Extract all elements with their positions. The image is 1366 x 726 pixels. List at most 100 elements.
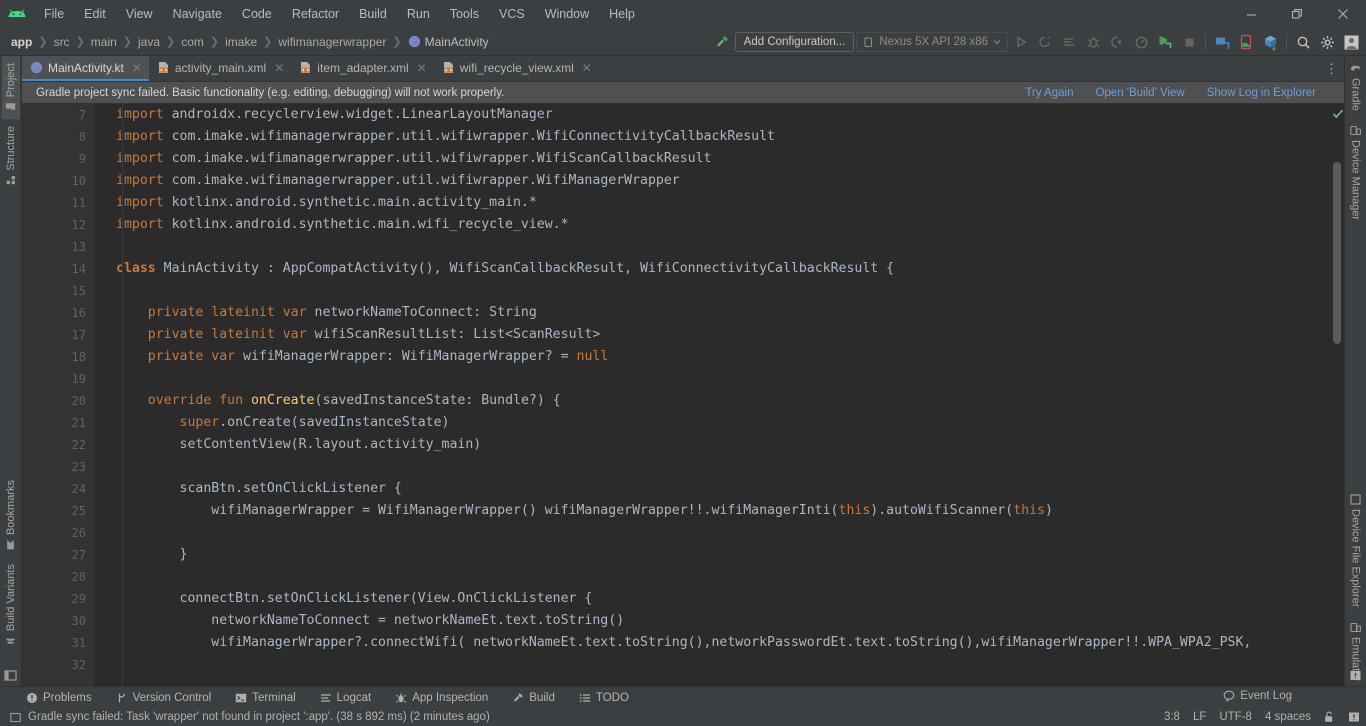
open-build-view-link[interactable]: Open 'Build' View [1095, 87, 1184, 99]
try-again-link[interactable]: Try Again [1025, 87, 1073, 99]
line-number: 22 [71, 438, 86, 452]
menu-item-help[interactable]: Help [599, 3, 645, 25]
bottom-tab-build[interactable]: Build [508, 690, 559, 706]
sidebar-label: Bookmarks [4, 479, 17, 535]
menu-item-tools[interactable]: Tools [440, 3, 489, 25]
menu-item-view[interactable]: View [116, 3, 163, 25]
settings-gear-icon[interactable] [1316, 31, 1338, 53]
restore-button[interactable] [1274, 0, 1320, 28]
sdk-manager-icon[interactable] [1235, 31, 1257, 53]
apply-changes-icon[interactable] [1058, 31, 1080, 53]
sidebar-item-gradle[interactable]: Gradle [1347, 56, 1365, 118]
breadcrumb-item-mainactivity[interactable]: MainActivity [405, 33, 492, 51]
sidebar-label: Gradle [1349, 78, 1362, 112]
gradle-sync-icon[interactable] [1259, 31, 1281, 53]
tab-overflow-menu-icon[interactable]: ⋮ [1325, 56, 1338, 82]
menu-item-vcs[interactable]: VCS [489, 3, 535, 25]
add-configuration-button[interactable]: Add Configuration... [734, 32, 855, 52]
menu-item-file[interactable]: File [34, 3, 74, 25]
sidebar-item-bookmarks[interactable]: Bookmarks [2, 473, 20, 557]
code-token: import [116, 151, 172, 166]
breadcrumb-item-imake[interactable]: imake [222, 33, 260, 51]
menu-item-navigate[interactable]: Navigate [163, 3, 232, 25]
caret-position[interactable]: 3:8 [1164, 711, 1180, 723]
menu-item-edit[interactable]: Edit [74, 3, 116, 25]
unlocked-padlock-icon[interactable] [1324, 711, 1335, 723]
kotlin-file-icon [30, 61, 43, 74]
tab-close-icon[interactable]: ✕ [582, 61, 592, 75]
build-hammer-icon[interactable] [711, 31, 733, 53]
debug-icon[interactable] [1082, 31, 1104, 53]
bottom-tab-app-inspection[interactable]: App Inspection [391, 690, 492, 706]
code-line: connectBtn.setOnClickListener(View.OnCli… [116, 588, 1330, 610]
rerun-icon[interactable] [1034, 31, 1056, 53]
indent-setting[interactable]: 4 spaces [1265, 711, 1311, 723]
breadcrumb-item-app[interactable]: app [8, 33, 35, 51]
attach-debugger-icon[interactable] [1106, 31, 1128, 53]
breadcrumb-separator-icon: ❯ [166, 36, 176, 48]
code-editor[interactable]: 7 8 9 10 11 12 13 14 15 16 17 18 19 20 21 22 23 24 25 26 27 2… [22, 104, 1344, 686]
stop-icon[interactable] [1178, 31, 1200, 53]
sidebar-item-device-manager[interactable]: Device Manager [1347, 118, 1365, 227]
breadcrumb-item-main[interactable]: main [88, 33, 120, 51]
code-text-area[interactable]: import androidx.recyclerview.widget.Line… [94, 104, 1330, 686]
event-log-button[interactable]: Event Log [1223, 690, 1292, 702]
tab-mainactivity-kt[interactable]: MainActivity.kt ✕ [22, 56, 149, 81]
run-icon[interactable] [1010, 31, 1032, 53]
tab-item-adapter-xml[interactable]: item_adapter.xml ✕ [291, 56, 433, 81]
close-button[interactable] [1320, 0, 1366, 28]
minimize-button[interactable] [1228, 0, 1274, 28]
apply-code-changes-icon[interactable] [1154, 31, 1176, 53]
editor-gutter[interactable]: 7 8 9 10 11 12 13 14 15 16 17 18 19 20 21 22 23 24 25 26 27 2… [22, 104, 110, 686]
search-icon[interactable] [1292, 31, 1314, 53]
sidebar-item-structure[interactable]: Structure [2, 119, 20, 193]
line-number: 17 [71, 328, 86, 342]
line-number: 14 [22, 258, 110, 280]
tab-activity-main-xml[interactable]: activity_main.xml ✕ [149, 56, 291, 81]
editor-scrollbar[interactable] [1330, 104, 1344, 686]
file-encoding[interactable]: UTF-8 [1219, 711, 1252, 723]
tab-close-icon[interactable]: ✕ [417, 61, 427, 75]
bottom-tab-version-control[interactable]: Version Control [112, 690, 216, 706]
gradle-sync-banner: Gradle project sync failed. Basic functi… [22, 82, 1344, 104]
code-token: import [116, 173, 172, 188]
sidebar-item-project[interactable]: Project [1, 56, 20, 120]
breadcrumb-item-wifimanagerwrapper[interactable]: wifimanagerwrapper [275, 33, 389, 51]
bottom-tab-logcat[interactable]: Logcat [316, 690, 376, 706]
bottom-tab-problems[interactable]: Problems [22, 690, 96, 706]
status-message[interactable]: Gradle sync failed: Task 'wrapper' not f… [28, 711, 490, 723]
show-log-in-explorer-link[interactable]: Show Log in Explorer [1207, 87, 1316, 99]
menu-item-run[interactable]: Run [397, 3, 440, 25]
banner-actions: Try Again Open 'Build' View Show Log in … [1025, 87, 1316, 99]
tab-wifi-recycle-view-xml[interactable]: wifi_recycle_view.xml ✕ [434, 56, 599, 81]
avd-manager-icon[interactable] [1211, 31, 1233, 53]
profiler-icon[interactable] [1130, 31, 1152, 53]
menu-items-list: File Edit View Navigate Code Refactor Bu… [34, 3, 645, 25]
code-token: ).autoWifiScanner( [870, 503, 1014, 518]
breadcrumb-item-src[interactable]: src [51, 33, 73, 51]
user-avatar-icon[interactable] [1340, 31, 1362, 53]
menu-item-build[interactable]: Build [349, 3, 397, 25]
sidebar-item-build-variants[interactable]: Build Variants [2, 557, 20, 653]
tool-window-layout-icon[interactable] [4, 669, 17, 682]
menu-item-refactor[interactable]: Refactor [282, 3, 349, 25]
code-token: kotlinx.android.synthetic.main.activity_… [171, 195, 537, 210]
tab-close-icon[interactable]: ✕ [132, 61, 142, 75]
menu-item-window[interactable]: Window [535, 3, 599, 25]
breadcrumb-item-com[interactable]: com [178, 33, 207, 51]
bottom-tab-todo[interactable]: TODO [575, 690, 633, 706]
bottom-tab-terminal[interactable]: Terminal [231, 690, 299, 706]
tab-close-icon[interactable]: ✕ [274, 61, 284, 75]
menu-item-code[interactable]: Code [232, 3, 282, 25]
code-line: networkNameToConnect = networkNameEt.tex… [116, 610, 1330, 632]
ok-checkmark-icon[interactable] [1332, 108, 1344, 120]
code-token: connectBtn.setOnClickListener(View.OnCli… [116, 591, 593, 606]
line-separator[interactable]: LF [1193, 711, 1206, 723]
sidebar-item-device-file-explorer[interactable]: Device File Explorer [1347, 487, 1365, 614]
scrollbar-thumb[interactable] [1333, 162, 1341, 344]
breadcrumb-item-java[interactable]: java [135, 33, 163, 51]
notification-bell-icon[interactable] [1349, 669, 1362, 682]
left-tool-window-stripe: Project Structure Bookmarks Build Varian… [0, 56, 22, 686]
notification-bell-icon[interactable] [1348, 711, 1360, 723]
device-selector[interactable]: Nexus 5X API 28 x86 [856, 32, 1008, 52]
